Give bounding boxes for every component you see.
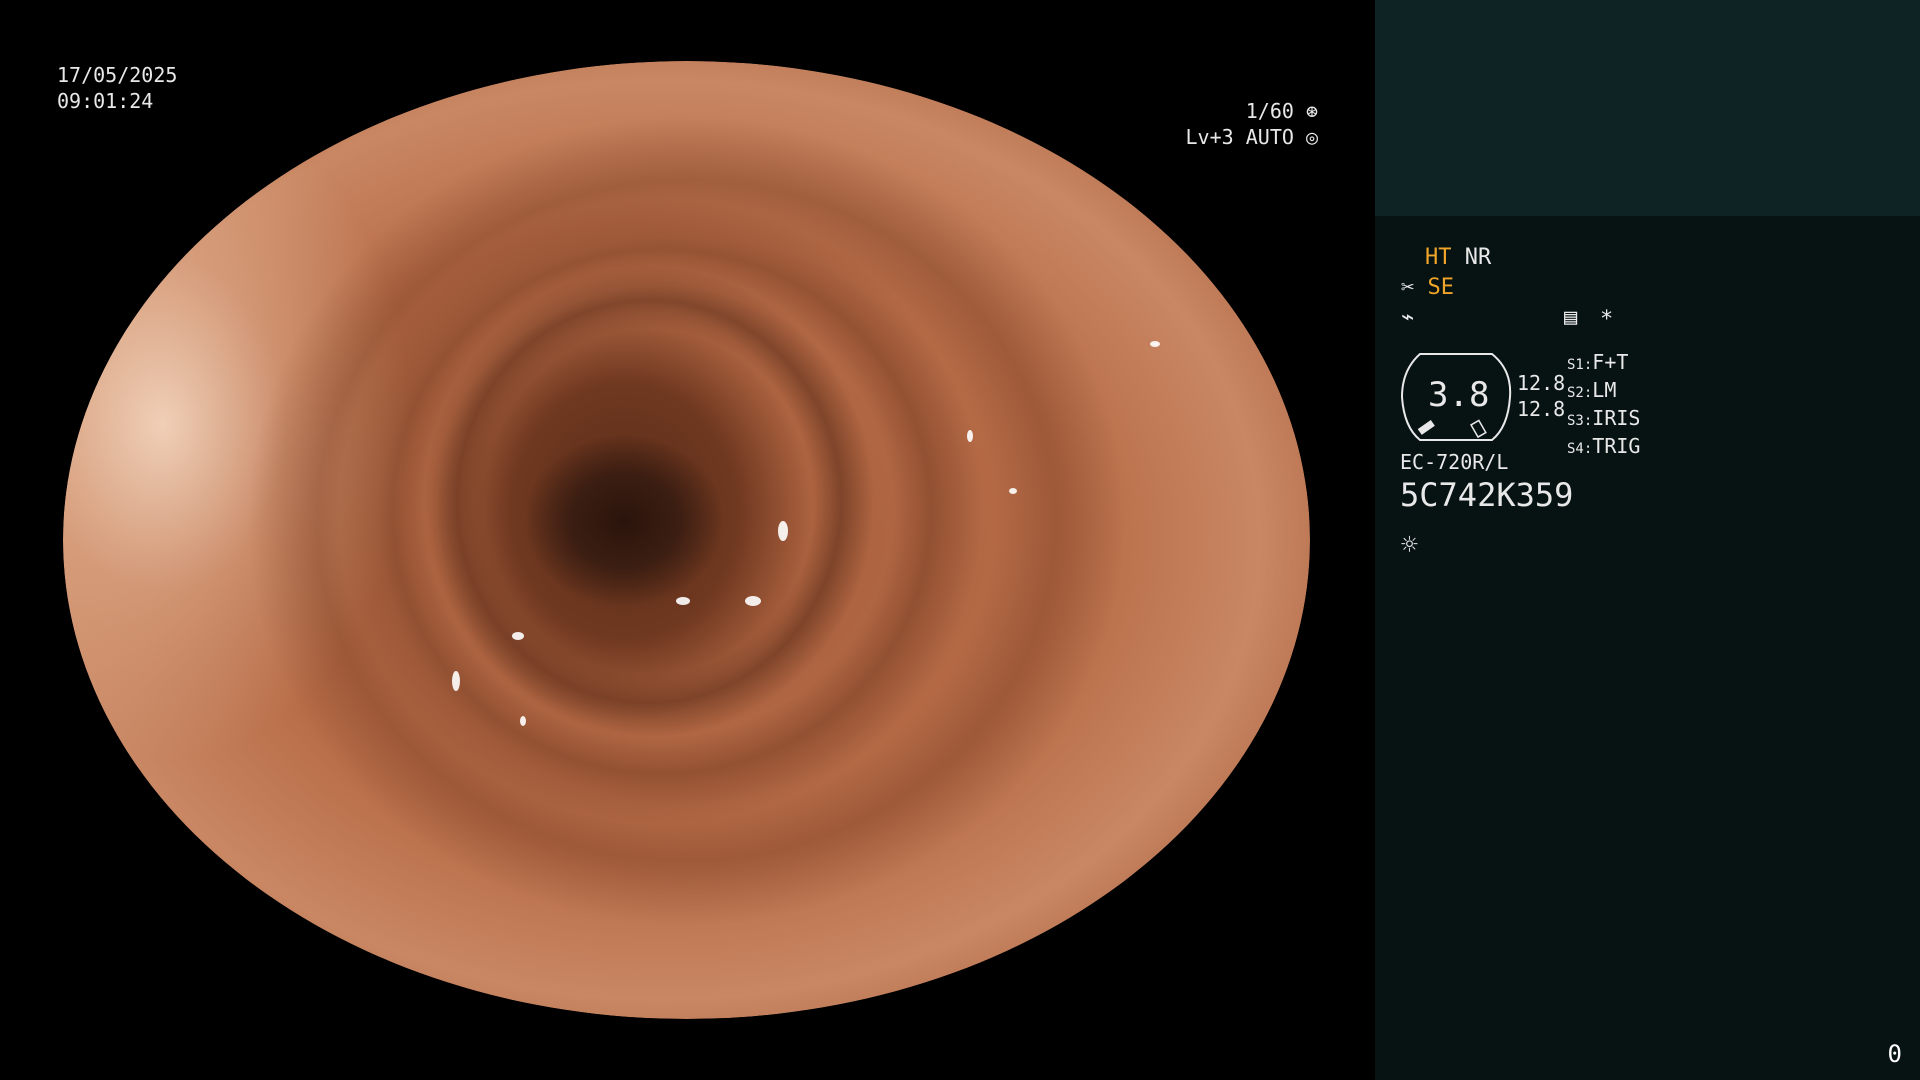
- panel-header-area: [1375, 0, 1920, 216]
- date-text: 17/05/2025: [57, 63, 178, 87]
- zoom-value: 3.8: [1428, 375, 1490, 415]
- scope-model: EC-720R/L: [1400, 450, 1509, 474]
- iris-icon: ◎: [1305, 125, 1318, 149]
- value-1: 12.8: [1517, 371, 1566, 395]
- s1-value: F+T: [1592, 350, 1629, 374]
- scope-serial: 5C742K359: [1400, 476, 1574, 514]
- mode-text: AUTO: [1245, 125, 1294, 149]
- level-text: Lv+3: [1185, 125, 1234, 149]
- specular-highlights: [452, 341, 1160, 726]
- values: 12.8 12.8: [1517, 370, 1565, 422]
- light-icon: ☼: [1401, 528, 1418, 561]
- s4-value: TRIG: [1592, 434, 1641, 458]
- switch-list: S1:F+T S2:LM S3:IRIS S4:TRIG: [1567, 350, 1641, 458]
- settings-icon: ▤: [1564, 305, 1578, 330]
- scissors-icon: ✂: [1401, 275, 1415, 300]
- date-time: 17/05/2025 09:01:24: [57, 62, 177, 114]
- frame-count: 0: [1887, 1040, 1902, 1068]
- exposure-info: 1/60 ⊛ Lv+3 AUTO ◎: [1186, 98, 1318, 150]
- asterisk-icon: *: [1600, 307, 1614, 332]
- value-2: 12.8: [1517, 397, 1566, 421]
- shutter-text: 1/60: [1245, 99, 1294, 123]
- nr-label: NR: [1464, 245, 1492, 270]
- ht-nr-row: HT NR: [1425, 245, 1491, 270]
- ht-label: HT: [1425, 245, 1452, 270]
- se-label: SE: [1427, 275, 1455, 300]
- lightning-icon: ⌁: [1401, 305, 1415, 330]
- se-row: ✂ SE: [1401, 275, 1454, 300]
- s3-value: IRIS: [1592, 406, 1641, 430]
- info-panel: [1375, 216, 1920, 1080]
- time-text: 09:01:24: [57, 89, 154, 113]
- aperture-icon: ⊛: [1305, 99, 1318, 123]
- s2-value: LM: [1592, 378, 1617, 402]
- endoscope-view: [63, 61, 1310, 1019]
